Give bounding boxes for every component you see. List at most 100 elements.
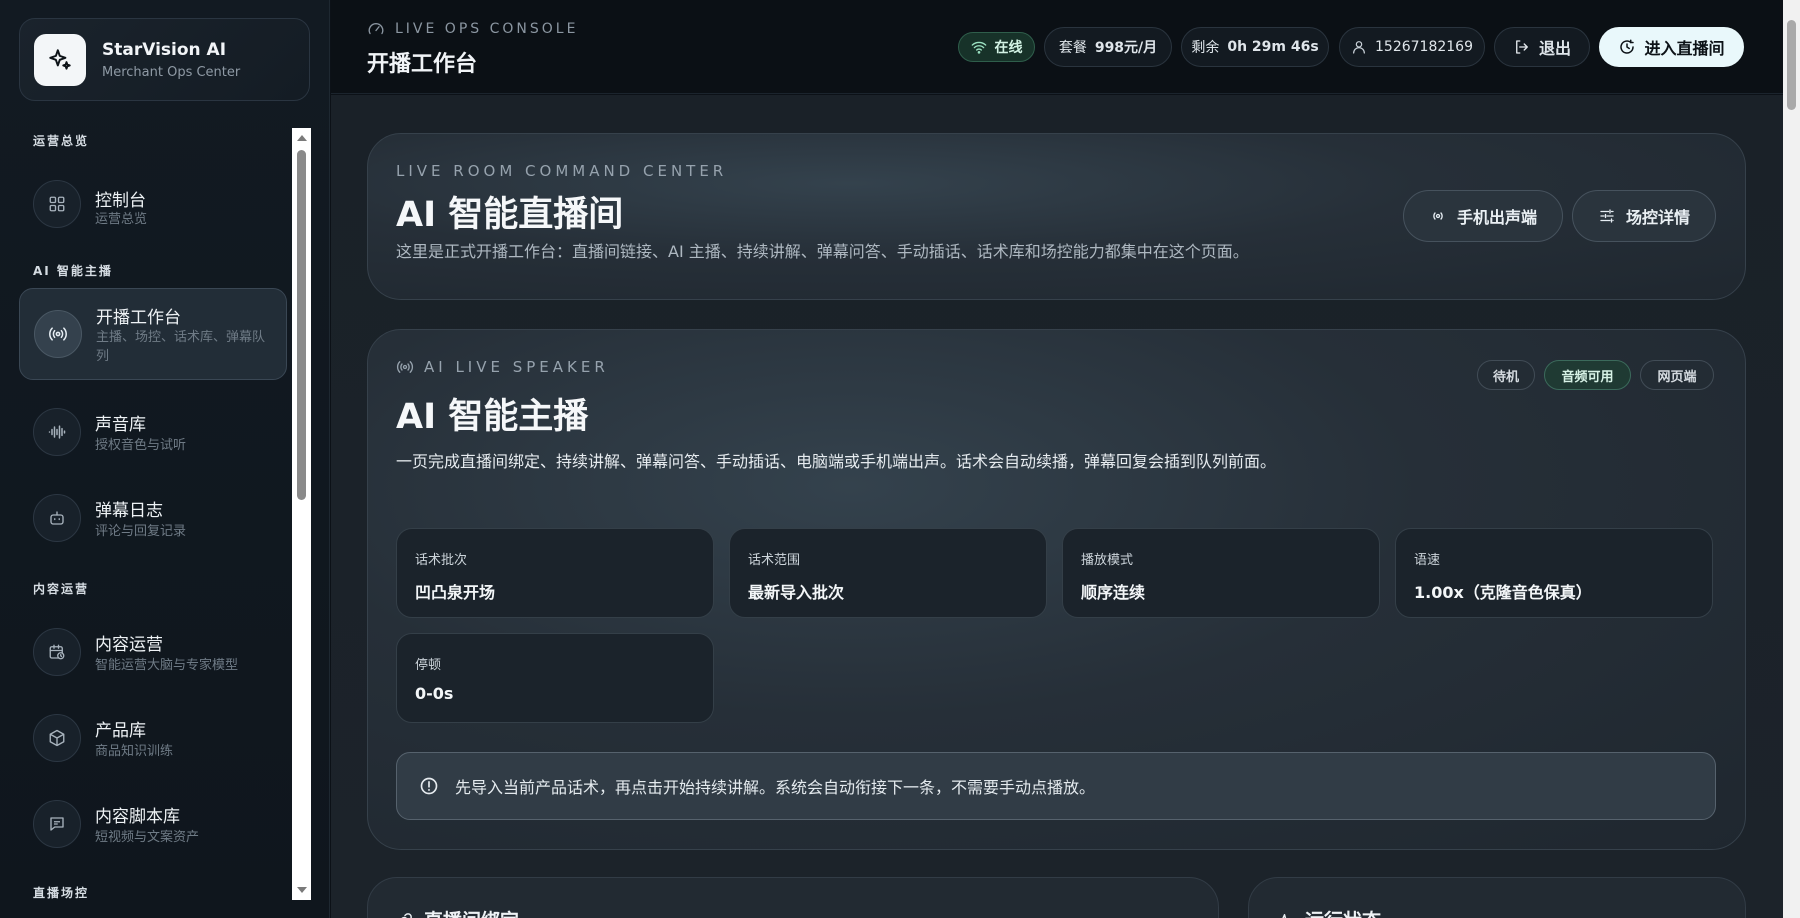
page-scrollbar-thumb[interactable]	[1787, 20, 1796, 110]
sidebar-item-live-workbench[interactable]: 开播工作台 主播、场控、话术库、弹幕队列	[19, 288, 287, 380]
sidebar-item-desc: 主播、场控、话术库、弹幕队列	[96, 330, 266, 364]
ai-live-speaker-card: AI LIVE SPEAKER AI 智能主播 一页完成直播间绑定、持续讲解、弹…	[367, 329, 1746, 850]
account-phone: 15267182169	[1375, 39, 1473, 55]
stat-value: 1.00x（克隆音色保真）	[1414, 583, 1592, 602]
sidebar-item-label: 控制台	[95, 191, 146, 211]
binding-title-text: 直播间绑定	[424, 906, 519, 918]
brand-subtitle: Merchant Ops Center	[102, 64, 241, 80]
sidebar-item-voice-library[interactable]: 声音库 授权音色与试听	[19, 386, 287, 478]
stat-pause[interactable]: 停顿 0-0s	[396, 633, 714, 723]
status-tag-idle: 待机	[1477, 360, 1535, 390]
live-room-command-card: LIVE ROOM COMMAND CENTER AI 智能直播间 这里是正式开…	[367, 133, 1746, 300]
sidebar-item-label: 产品库	[95, 721, 146, 741]
sidebar-scrollbar[interactable]	[292, 128, 311, 900]
stat-value: 凹凸泉开场	[415, 583, 496, 602]
runtime-title-text: 运行状态	[1305, 906, 1381, 918]
sidebar-item-content-ops[interactable]: 内容运营 智能运营大脑与专家模型	[19, 606, 287, 698]
activity-icon	[1277, 911, 1295, 918]
status-text: 在线	[994, 40, 1023, 56]
sidebar-item-desc: 授权音色与试听	[95, 438, 187, 453]
runtime-title: 运行状态	[1277, 906, 1381, 918]
remaining-time-badge: 剩余 0h 29m 46s	[1181, 27, 1329, 67]
top-header: LIVE OPS CONSOLE 开播工作台 在线 套餐 998元/月 剩余 0…	[331, 0, 1783, 94]
message-icon	[33, 800, 81, 848]
live-room-binding-card: 直播间绑定	[367, 877, 1219, 918]
sidebar-item-danmaku-log[interactable]: 弹幕日志 评论与回复记录	[19, 472, 287, 564]
remain-value: 0h 29m 46s	[1227, 39, 1319, 55]
remain-label: 剩余	[1191, 40, 1220, 56]
phone-speaker-label: 手机出声端	[1456, 208, 1537, 227]
enter-live-room-button[interactable]: 进入直播间	[1599, 27, 1744, 67]
sidebar-item-label: 声音库	[95, 415, 146, 435]
plan-label: 套餐	[1058, 40, 1087, 56]
plan-badge: 套餐 998元/月	[1044, 27, 1172, 67]
info-notice: 先导入当前产品话术，再点击开始持续讲解。系统会自动衔接下一条，不需要手动点播放。	[396, 752, 1716, 820]
logout-button[interactable]: 退出	[1494, 27, 1590, 67]
sparkle-icon	[34, 33, 86, 86]
stat-label: 话术范围	[748, 553, 801, 568]
stat-script-range[interactable]: 话术范围 最新导入批次	[729, 528, 1047, 618]
bot-icon	[33, 494, 81, 542]
broadcast-icon	[396, 358, 414, 376]
section-title-live-control: 直播场控	[33, 886, 90, 900]
scroll-up-arrow-icon[interactable]	[297, 135, 307, 141]
stat-value: 0-0s	[415, 684, 454, 703]
speaker-title: AI 智能主播	[396, 397, 589, 437]
stat-value: 顺序连续	[1081, 583, 1146, 602]
info-icon	[419, 776, 439, 796]
timer-icon	[1618, 38, 1636, 56]
sidebar-item-product-library[interactable]: 产品库 商品知识训练	[19, 692, 287, 784]
sidebar-item-script-library[interactable]: 内容脚本库 短视频与文案资产	[19, 778, 287, 870]
brand-title: StarVision AI	[102, 39, 227, 60]
stat-value: 最新导入批次	[748, 583, 845, 602]
notice-text: 先导入当前产品话术，再点击开始持续讲解。系统会自动衔接下一条，不需要手动点播放。	[455, 778, 1096, 797]
broadcast-icon	[34, 310, 82, 358]
status-badge: 在线	[958, 32, 1035, 62]
gauge-icon	[367, 20, 385, 38]
control-details-button[interactable]: 场控详情	[1572, 190, 1716, 242]
stat-script-batch[interactable]: 话术批次 凹凸泉开场	[396, 528, 714, 618]
sliders-icon	[1598, 207, 1616, 225]
sidebar-item-desc: 短视频与文案资产	[95, 830, 200, 845]
header-kicker: LIVE OPS CONSOLE	[367, 20, 578, 38]
box-icon	[33, 714, 81, 762]
waveform-icon	[33, 408, 81, 456]
sidebar-item-desc: 运营总览	[95, 212, 148, 227]
status-tag-web: 网页端	[1640, 360, 1714, 390]
sidebar-item-label: 弹幕日志	[95, 501, 163, 521]
phone-speaker-button[interactable]: 手机出声端	[1403, 190, 1563, 242]
logout-label: 退出	[1538, 39, 1571, 58]
control-details-label: 场控详情	[1625, 208, 1690, 227]
speaker-kicker-text: AI LIVE SPEAKER	[424, 358, 609, 376]
page-scrollbar[interactable]	[1783, 0, 1800, 918]
sidebar-item-desc: 评论与回复记录	[95, 524, 187, 539]
stat-play-mode[interactable]: 播放模式 顺序连续	[1062, 528, 1380, 618]
plan-value: 998元/月	[1094, 40, 1158, 56]
hero-kicker: LIVE ROOM COMMAND CENTER	[396, 162, 728, 180]
calendar-clock-icon	[33, 628, 81, 676]
sidebar-item-console[interactable]: 控制台 运营总览	[19, 158, 287, 250]
stat-label: 播放模式	[1081, 553, 1134, 568]
hero-desc: 这里是正式开播工作台：直播间链接、AI 主播、持续讲解、弹幕问答、手动插话、话术…	[396, 242, 1249, 261]
speaker-desc: 一页完成直播间绑定、持续讲解、弹幕问答、手动插话、电脑端或手机端出声。话术会自动…	[396, 452, 1277, 471]
section-title-ai-anchor: AI 智能主播	[33, 264, 113, 278]
broadcast-icon	[1429, 207, 1447, 225]
enter-live-label: 进入直播间	[1644, 39, 1725, 58]
section-title-content-ops: 内容运营	[33, 582, 90, 596]
sidebar-item-desc: 商品知识训练	[95, 744, 174, 759]
sidebar-item-label: 内容脚本库	[95, 807, 180, 827]
section-title-overview: 运营总览	[33, 134, 90, 148]
account-badge[interactable]: 15267182169	[1339, 27, 1485, 67]
runtime-status-card: 运行状态	[1248, 877, 1746, 918]
sidebar-scrollbar-thumb[interactable]	[297, 150, 306, 500]
grid-icon	[33, 180, 81, 228]
brand-card[interactable]: StarVision AI Merchant Ops Center	[19, 18, 310, 101]
scroll-down-arrow-icon[interactable]	[297, 887, 307, 893]
speaker-kicker: AI LIVE SPEAKER	[396, 358, 609, 376]
stat-speech-rate[interactable]: 语速 1.00x（克隆音色保真）	[1395, 528, 1713, 618]
hero-title: AI 智能直播间	[396, 195, 624, 235]
stat-label: 话术批次	[415, 553, 468, 568]
stat-label: 停顿	[415, 658, 442, 673]
status-tag-audio: 音频可用	[1544, 360, 1631, 390]
stat-label: 语速	[1414, 553, 1441, 568]
